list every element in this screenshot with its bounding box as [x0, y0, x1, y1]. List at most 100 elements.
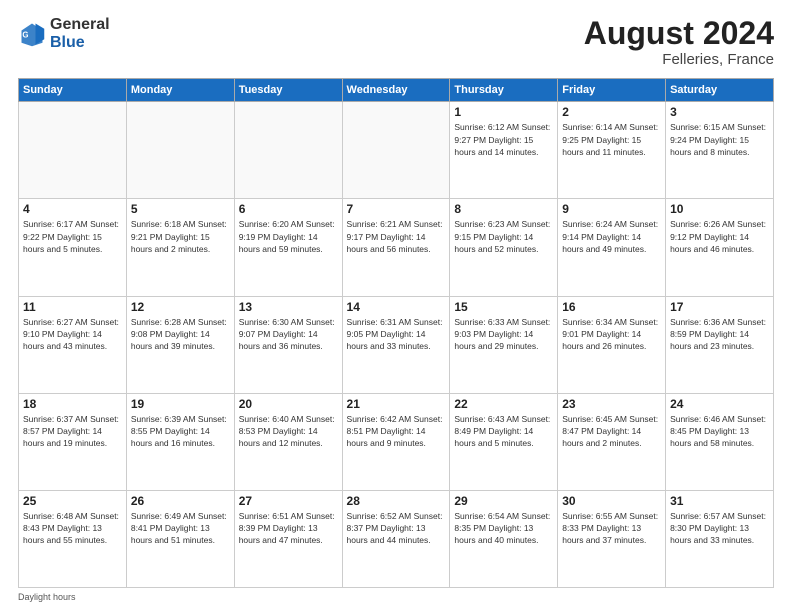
day-number: 5	[131, 202, 230, 216]
day-info: Sunrise: 6:52 AM Sunset: 8:37 PM Dayligh…	[347, 510, 446, 547]
calendar-day-header: Monday	[126, 79, 234, 102]
day-number: 10	[670, 202, 769, 216]
calendar-cell	[126, 102, 234, 199]
page: G General Blue August 2024 Felleries, Fr…	[0, 0, 792, 612]
calendar-cell: 9Sunrise: 6:24 AM Sunset: 9:14 PM Daylig…	[558, 199, 666, 296]
calendar-cell: 2Sunrise: 6:14 AM Sunset: 9:25 PM Daylig…	[558, 102, 666, 199]
calendar-day-header: Thursday	[450, 79, 558, 102]
calendar-cell: 19 Sunrise: 6:39 AM Sunset: 8:55 PM Dayli…	[126, 393, 234, 490]
day-number: 21	[347, 397, 446, 411]
day-number: 6	[239, 202, 338, 216]
logo: G General Blue	[18, 16, 110, 52]
calendar-cell: 10 Sunrise: 6:26 AM Sunset: 9:12 PM Dayli…	[666, 199, 774, 296]
day-info: Sunrise: 6:27 AM Sunset: 9:10 PM Dayligh…	[23, 316, 122, 353]
calendar-cell: 28Sunrise: 6:52 AM Sunset: 8:37 PM Dayli…	[342, 490, 450, 587]
calendar-day-header: Tuesday	[234, 79, 342, 102]
calendar-cell: 14Sunrise: 6:31 AM Sunset: 9:05 PM Dayli…	[342, 296, 450, 393]
day-info: Sunrise: 6:20 AM Sunset: 9:19 PM Dayligh…	[239, 218, 338, 255]
calendar-week-row: 1Sunrise: 6:12 AM Sunset: 9:27 PM Daylig…	[19, 102, 774, 199]
calendar-cell: 30Sunrise: 6:55 AM Sunset: 8:33 PM Dayli…	[558, 490, 666, 587]
day-info: Sunrise: 6:36 AM Sunset: 8:59 PM Dayligh…	[670, 316, 769, 353]
day-number: 4	[23, 202, 122, 216]
calendar-cell: 16 Sunrise: 6:34 AM Sunset: 9:01 PM Dayli…	[558, 296, 666, 393]
calendar-day-header: Sunday	[19, 79, 127, 102]
calendar-cell: 24 Sunrise: 6:46 AM Sunset: 8:45 PM Dayli…	[666, 393, 774, 490]
day-info: Sunrise: 6:45 AM Sunset: 8:47 PM Dayligh…	[562, 413, 661, 450]
day-info: Sunrise: 6:49 AM Sunset: 8:41 PM Dayligh…	[131, 510, 230, 547]
day-info: Sunrise: 6:26 AM Sunset: 9:12 PM Dayligh…	[670, 218, 769, 255]
day-number: 13	[239, 300, 338, 314]
day-info: Sunrise: 6:21 AM Sunset: 9:17 PM Dayligh…	[347, 218, 446, 255]
calendar-week-row: 4 Sunrise: 6:17 AM Sunset: 9:22 PM Daylig…	[19, 199, 774, 296]
day-number: 11	[23, 300, 122, 314]
day-number: 19	[131, 397, 230, 411]
calendar-cell: 27 Sunrise: 6:51 AM Sunset: 8:39 PM Dayli…	[234, 490, 342, 587]
day-info: Sunrise: 6:28 AM Sunset: 9:08 PM Dayligh…	[131, 316, 230, 353]
day-info: Sunrise: 6:17 AM Sunset: 9:22 PM Dayligh…	[23, 218, 122, 255]
day-info: Sunrise: 6:24 AM Sunset: 9:14 PM Dayligh…	[562, 218, 661, 255]
day-info: Sunrise: 6:15 AM Sunset: 9:24 PM Dayligh…	[670, 121, 769, 158]
title-location: Felleries, France	[584, 51, 774, 68]
calendar-cell: 21 Sunrise: 6:42 AM Sunset: 8:51 PM Dayli…	[342, 393, 450, 490]
day-number: 23	[562, 397, 661, 411]
day-info: Sunrise: 6:18 AM Sunset: 9:21 PM Dayligh…	[131, 218, 230, 255]
calendar-cell: 12 Sunrise: 6:28 AM Sunset: 9:08 PM Dayli…	[126, 296, 234, 393]
calendar-cell: 25Sunrise: 6:48 AM Sunset: 8:43 PM Dayli…	[19, 490, 127, 587]
calendar-cell	[19, 102, 127, 199]
day-number: 27	[239, 494, 338, 508]
day-number: 29	[454, 494, 553, 508]
day-info: Sunrise: 6:51 AM Sunset: 8:39 PM Dayligh…	[239, 510, 338, 547]
day-number: 16	[562, 300, 661, 314]
calendar-cell: 15 Sunrise: 6:33 AM Sunset: 9:03 PM Dayli…	[450, 296, 558, 393]
calendar-cell: 26 Sunrise: 6:49 AM Sunset: 8:41 PM Dayli…	[126, 490, 234, 587]
day-info: Sunrise: 6:37 AM Sunset: 8:57 PM Dayligh…	[23, 413, 122, 450]
calendar-cell: 20Sunrise: 6:40 AM Sunset: 8:53 PM Dayli…	[234, 393, 342, 490]
calendar-cell: 31Sunrise: 6:57 AM Sunset: 8:30 PM Dayli…	[666, 490, 774, 587]
footer-note: Daylight hours	[18, 592, 774, 602]
calendar-cell: 18 Sunrise: 6:37 AM Sunset: 8:57 PM Dayli…	[19, 393, 127, 490]
logo-blue: Blue	[50, 34, 85, 51]
svg-text:G: G	[22, 31, 28, 40]
day-info: Sunrise: 6:39 AM Sunset: 8:55 PM Dayligh…	[131, 413, 230, 450]
calendar-day-header: Wednesday	[342, 79, 450, 102]
calendar-cell: 22 Sunrise: 6:43 AM Sunset: 8:49 PM Dayli…	[450, 393, 558, 490]
calendar-header-row: SundayMondayTuesdayWednesdayThursdayFrid…	[19, 79, 774, 102]
calendar-cell: 6 Sunrise: 6:20 AM Sunset: 9:19 PM Daylig…	[234, 199, 342, 296]
calendar-cell: 5 Sunrise: 6:18 AM Sunset: 9:21 PM Daylig…	[126, 199, 234, 296]
calendar-cell: 1Sunrise: 6:12 AM Sunset: 9:27 PM Daylig…	[450, 102, 558, 199]
calendar-day-header: Saturday	[666, 79, 774, 102]
day-number: 15	[454, 300, 553, 314]
day-number: 18	[23, 397, 122, 411]
calendar-cell: 13 Sunrise: 6:30 AM Sunset: 9:07 PM Dayli…	[234, 296, 342, 393]
day-info: Sunrise: 6:33 AM Sunset: 9:03 PM Dayligh…	[454, 316, 553, 353]
day-number: 1	[454, 105, 553, 119]
day-number: 22	[454, 397, 553, 411]
day-number: 12	[131, 300, 230, 314]
calendar-table: SundayMondayTuesdayWednesdayThursdayFrid…	[18, 78, 774, 588]
day-number: 8	[454, 202, 553, 216]
calendar-week-row: 18 Sunrise: 6:37 AM Sunset: 8:57 PM Dayli…	[19, 393, 774, 490]
calendar-cell: 29Sunrise: 6:54 AM Sunset: 8:35 PM Dayli…	[450, 490, 558, 587]
day-number: 25	[23, 494, 122, 508]
day-number: 17	[670, 300, 769, 314]
calendar-cell: 4 Sunrise: 6:17 AM Sunset: 9:22 PM Daylig…	[19, 199, 127, 296]
title-block: August 2024 Felleries, France	[584, 16, 774, 68]
calendar-cell	[342, 102, 450, 199]
day-info: Sunrise: 6:42 AM Sunset: 8:51 PM Dayligh…	[347, 413, 446, 450]
calendar-cell: 17 Sunrise: 6:36 AM Sunset: 8:59 PM Dayli…	[666, 296, 774, 393]
day-info: Sunrise: 6:34 AM Sunset: 9:01 PM Dayligh…	[562, 316, 661, 353]
day-info: Sunrise: 6:46 AM Sunset: 8:45 PM Dayligh…	[670, 413, 769, 450]
calendar-cell: 8Sunrise: 6:23 AM Sunset: 9:15 PM Daylig…	[450, 199, 558, 296]
day-info: Sunrise: 6:43 AM Sunset: 8:49 PM Dayligh…	[454, 413, 553, 450]
day-info: Sunrise: 6:31 AM Sunset: 9:05 PM Dayligh…	[347, 316, 446, 353]
day-info: Sunrise: 6:30 AM Sunset: 9:07 PM Dayligh…	[239, 316, 338, 353]
day-number: 24	[670, 397, 769, 411]
generalblue-logo-icon: G	[18, 20, 46, 48]
day-number: 2	[562, 105, 661, 119]
day-number: 7	[347, 202, 446, 216]
day-number: 26	[131, 494, 230, 508]
day-info: Sunrise: 6:55 AM Sunset: 8:33 PM Dayligh…	[562, 510, 661, 547]
day-number: 31	[670, 494, 769, 508]
calendar-day-header: Friday	[558, 79, 666, 102]
day-number: 20	[239, 397, 338, 411]
